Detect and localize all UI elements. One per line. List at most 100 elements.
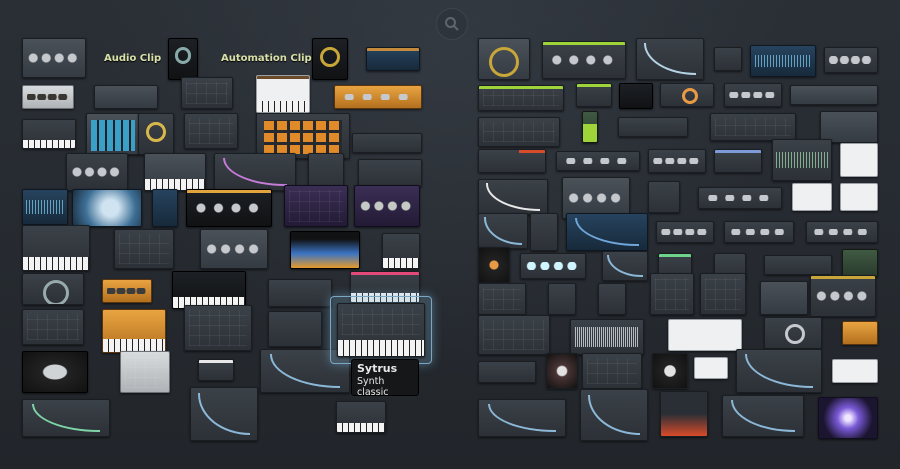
plugin-tile-fruity-limiter[interactable] (542, 41, 626, 79)
plugin-tile-fruity-blood-overdrive[interactable] (530, 213, 558, 251)
plugin-tile-fruity-dance[interactable] (168, 38, 198, 80)
plugin-tile-minisynth[interactable] (184, 113, 238, 149)
plugin-tile-edison-wave[interactable] (570, 319, 644, 355)
plugin-tile-fruity-video-player[interactable] (72, 189, 142, 227)
plugin-tile-fruity-html-notebook[interactable] (792, 183, 832, 211)
plugin-tile-fruity-compressor[interactable] (636, 38, 704, 80)
plugin-tile-pitcher[interactable] (478, 247, 510, 283)
plugin-tile-beepmap[interactable] (22, 273, 84, 305)
plugin-tile-fruity-spectroman[interactable] (710, 113, 796, 141)
plugin-tile-gross-beat[interactable] (478, 85, 564, 111)
plugin-tile-fl-keys-2[interactable] (102, 309, 166, 353)
plugin-tile-control-surface[interactable] (840, 183, 878, 211)
plugin-tile-sytrus-small[interactable] (268, 279, 332, 307)
plugin-tile-fruity-reeverb[interactable] (618, 117, 688, 137)
plugin-tile-maximus-knob[interactable] (478, 38, 530, 80)
plugin-tile-fruity-vibrator[interactable] (102, 279, 152, 303)
plugin-tile-slayer[interactable] (172, 271, 246, 309)
plugin-tile-fruity-love-philter[interactable] (790, 85, 878, 105)
label-audio-clip[interactable]: Audio Clip (104, 53, 161, 64)
plugin-tile-fruity-stereo-enhancer[interactable] (698, 187, 782, 209)
label-automation-clip[interactable]: Automation Clip (221, 53, 312, 64)
plugin-tile-fruity-vintage-chorus[interactable] (806, 221, 878, 243)
plugin-tile-transient[interactable] (22, 399, 110, 437)
plugin-tile-gms[interactable] (186, 189, 272, 227)
plugin-tile-fruity-db-meter-2[interactable] (832, 359, 878, 383)
plugin-tile-boobass[interactable] (366, 47, 420, 71)
plugin-tile-fruity-big-clock[interactable] (724, 221, 794, 243)
plugin-tile-sawer[interactable] (284, 185, 348, 227)
plugin-tile-fruity-wrapper[interactable] (842, 321, 878, 345)
plugin-tile-fruity-delay-bank[interactable] (478, 315, 550, 355)
plugin-tile-sytrus-highlighted[interactable] (330, 296, 432, 364)
plugin-tile-fruity-stereo-shaper[interactable] (602, 251, 648, 281)
plugin-tile-fruity-peak-controller[interactable] (810, 275, 876, 317)
plugin-tile-fruity-squeeze-3[interactable] (694, 357, 728, 379)
plugin-tile-fruity-level-scaler[interactable] (700, 273, 746, 315)
plugin-tile-fl-studio-mobile[interactable] (152, 189, 178, 227)
plugin-tile-edison[interactable] (772, 139, 832, 181)
plugin-tile-drumaxx[interactable] (181, 77, 233, 109)
plugin-search-button[interactable] (436, 8, 468, 40)
plugin-tile-poizone[interactable] (354, 185, 420, 227)
plugin-tile-fruity-fast-lp[interactable] (478, 399, 566, 437)
plugin-tile-fruity-stereo[interactable] (714, 47, 742, 71)
plugin-tile-fruity-parametric-eq-2[interactable] (566, 213, 648, 251)
plugin-tile-harmor-spectrum[interactable] (290, 231, 360, 269)
plugin-tile-fruity-scratcher[interactable] (520, 253, 586, 279)
plugin-tile-flex[interactable] (358, 159, 422, 187)
plugin-tile-fruity-panomatic[interactable] (724, 83, 782, 107)
plugin-tile-fruity-waveshaper[interactable] (556, 151, 640, 171)
plugin-tile-wave-candy[interactable] (660, 391, 708, 437)
plugin-tile-fruity-dx[interactable] (120, 351, 170, 393)
plugin-tile-fruity-balance-2[interactable] (580, 389, 648, 441)
plugin-tile-ogun[interactable] (114, 229, 174, 269)
plugin-tile-fruity-squeeze-2[interactable] (764, 317, 822, 349)
plugin-tile-transistor-bass[interactable] (22, 119, 76, 149)
plugin-tile-fruity-stereo-2[interactable] (598, 283, 626, 315)
plugin-tile-toxic-biohazard[interactable] (352, 133, 422, 153)
plugin-tile-delay-fx[interactable] (22, 351, 88, 393)
plugin-tile-fruity-flanger[interactable] (478, 149, 546, 173)
plugin-tile-fruity-envelope-controller[interactable] (548, 283, 576, 315)
plugin-tile-parametric-eq[interactable] (750, 45, 816, 77)
plugin-tile-fruity-filter-2[interactable] (722, 395, 804, 437)
plugin-tile-fruity-dj-knob[interactable] (652, 353, 688, 389)
plugin-tile-fruity-convolver[interactable] (190, 387, 258, 441)
plugin-tile-fruity-slicer[interactable] (86, 113, 140, 155)
plugin-tile-directwave[interactable] (382, 233, 420, 269)
plugin-tile-morphine[interactable] (334, 85, 422, 109)
plugin-tile-fruit-kick[interactable] (22, 225, 90, 271)
plugin-tile-fruity-db-meter[interactable] (842, 249, 878, 277)
plugin-tile-fruity-peak[interactable] (582, 111, 598, 143)
plugin-tile-fruity-filter[interactable] (660, 83, 714, 107)
plugin-tile-fruity-love-philter-2[interactable] (736, 349, 822, 393)
plugin-tile-fruity-balance[interactable] (576, 83, 612, 107)
plugin-tile-fruity-soundgoodizer[interactable] (656, 221, 714, 243)
plugin-tile-fruity-send[interactable] (648, 181, 680, 213)
plugin-tile-fruity-notebook[interactable] (840, 143, 878, 177)
plugin-tile-newtone[interactable] (668, 319, 742, 351)
plugin-tile-sakura[interactable] (312, 38, 348, 80)
plugin-tile-fruity-reverb-2[interactable] (760, 281, 808, 315)
plugin-tile-harmless[interactable] (66, 153, 128, 191)
plugin-tile-fruity-multiband-2[interactable] (582, 353, 642, 389)
plugin-tile-harmor[interactable] (144, 153, 206, 191)
plugin-tile-fruity-fast-dist[interactable] (478, 179, 548, 215)
plugin-tile-fruity-mixer-meter[interactable] (650, 273, 694, 315)
plugin-tile-fruity-delay[interactable] (619, 83, 653, 109)
plugin-tile-fpc[interactable] (94, 85, 158, 109)
plugin-tile-fruity-multiband[interactable] (478, 213, 528, 249)
plugin-tile-wasp[interactable] (268, 311, 322, 347)
plugin-tile-fruity-vocoder[interactable] (824, 47, 878, 73)
plugin-tile-fruity-phaser[interactable] (648, 149, 706, 173)
plugin-tile-fruity-kick[interactable] (22, 85, 74, 109)
plugin-tile-fruity-formula-2[interactable] (478, 361, 536, 383)
plugin-tile-fruity-granulizer[interactable] (138, 113, 174, 155)
plugin-tile-fruity-scratcher-2[interactable] (546, 353, 578, 389)
plugin-tile-drumpad[interactable] (184, 305, 252, 351)
plugin-tile-fruity-dx10[interactable] (200, 229, 268, 269)
plugin-tile-sytrus-bottom[interactable] (336, 401, 386, 433)
plugin-tile-fl-keys[interactable] (256, 75, 310, 113)
plugin-tile-fruity-envelope[interactable] (198, 359, 234, 381)
